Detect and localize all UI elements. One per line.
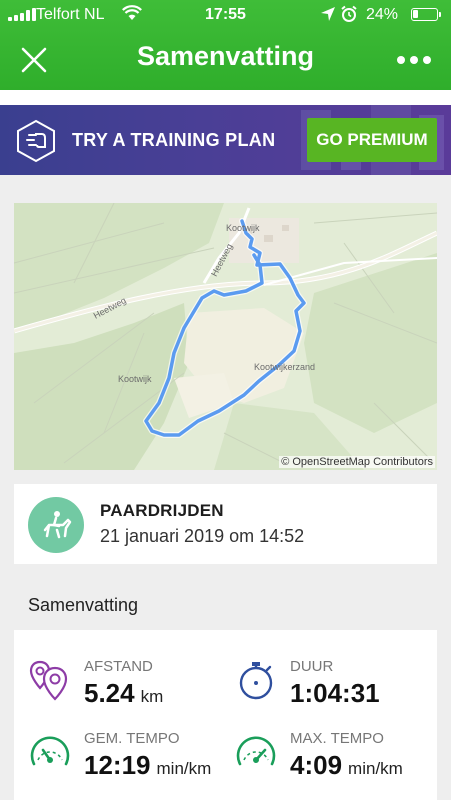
stat-label: AFSTAND (84, 658, 153, 675)
status-bar: Telfort NL 17:55 24% (0, 0, 451, 30)
stat-label: GEM. TEMPO (84, 730, 180, 747)
stat-unit: min/km (348, 759, 403, 778)
more-options-button[interactable] (391, 44, 437, 76)
stat-unit: min/km (156, 759, 212, 778)
close-icon (21, 47, 47, 73)
go-premium-button[interactable]: GO PREMIUM (307, 118, 437, 162)
premium-banner[interactable]: TRY A TRAINING PLAN GO PREMIUM (0, 105, 451, 175)
speedometer-icon (236, 736, 276, 766)
stat-value: 4:09 (290, 750, 343, 780)
map-attribution[interactable]: © OpenStreetMap Contributors (279, 456, 435, 468)
activity-card[interactable]: PAARDRIJDEN 21 januari 2019 om 14:52 (14, 484, 437, 564)
battery-icon (411, 8, 441, 21)
stat-value: 5.24 (84, 678, 135, 708)
training-plan-icon (14, 119, 58, 168)
section-title-summary: Samenvatting (28, 595, 139, 615)
horse-riding-icon (28, 497, 84, 553)
navigation-bar: Samenvatting (0, 30, 451, 90)
stats-card: AFSTAND 5.24 km DUUR 1:04:31 GEM. TEMPO 1… (14, 630, 437, 800)
app-header: Telfort NL 17:55 24% Samenvatting (0, 0, 451, 90)
banner-top-strip (0, 90, 451, 105)
route-map[interactable]: Kootwijk Heetweg Heetweg Kootwijk Kootwi… (14, 203, 437, 470)
battery-percentage: 24% (366, 6, 399, 23)
stat-value: 12:19 (84, 750, 151, 780)
more-dots-icon (397, 56, 405, 64)
map-label-kootwijk-west: Kootwijk (118, 374, 152, 384)
stat-label: MAX. TEMPO (290, 730, 384, 747)
banner-text: TRY A TRAINING PLAN (72, 130, 276, 150)
location-arrow-icon (320, 6, 336, 27)
stat-unit: km (140, 687, 164, 706)
map-label-kootwijk: Kootwijk (226, 223, 260, 233)
distance-pins-icon (29, 660, 68, 701)
activity-type: PAARDRIJDEN (100, 501, 224, 520)
speedometer-icon (30, 736, 70, 766)
activity-date: 21 januari 2019 om 14:52 (100, 526, 305, 546)
page-title: Samenvatting (136, 41, 315, 71)
stat-label: DUUR (290, 658, 334, 675)
stat-value: 1:04:31 (290, 678, 380, 708)
close-button[interactable] (14, 42, 54, 78)
alarm-icon (340, 5, 358, 28)
map-label-kootwijkerzand: Kootwijkerzand (254, 362, 316, 372)
stopwatch-icon (239, 662, 273, 700)
